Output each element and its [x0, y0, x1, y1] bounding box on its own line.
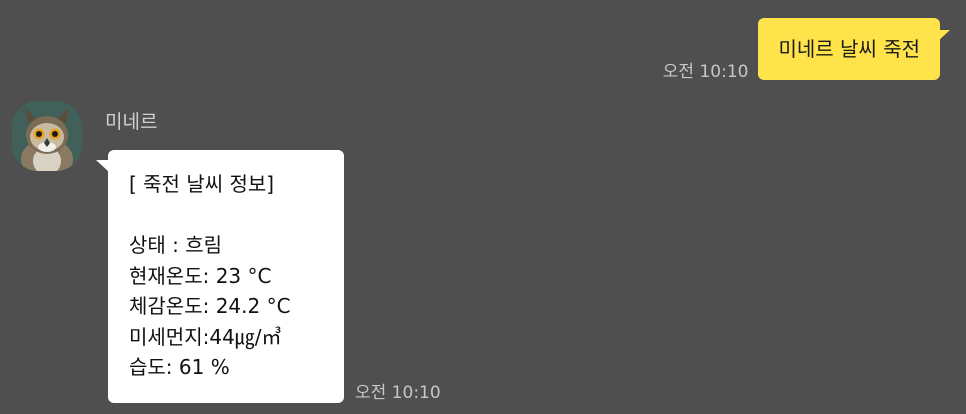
- owl-avatar-icon[interactable]: [12, 101, 82, 171]
- outgoing-message-bubble[interactable]: 미네르 날씨 죽전: [758, 18, 950, 80]
- weather-feels-like: 체감온도: 24.2 °C: [129, 294, 291, 318]
- weather-humidity: 습도: 61 %: [129, 355, 230, 379]
- weather-current-temp: 현재온도: 23 °C: [129, 263, 272, 288]
- weather-title: [ 죽전 날씨 정보]: [129, 172, 275, 196]
- incoming-message-time: 오전 10:10: [355, 383, 441, 403]
- weather-status: 상태 : 흐림: [129, 233, 223, 257]
- outgoing-message-time: 오전 10:10: [662, 62, 749, 82]
- weather-fine-dust: 미세먼지:44㎍/㎥: [129, 324, 282, 349]
- sender-name: 미네르: [105, 111, 158, 133]
- outgoing-message: 오전 10:10 미네르 날씨 죽전: [662, 18, 950, 82]
- incoming-message-bubble[interactable]: [ 죽전 날씨 정보] 상태 : 흐림 현재온도: 23 °C 체감온도: 24…: [96, 150, 344, 403]
